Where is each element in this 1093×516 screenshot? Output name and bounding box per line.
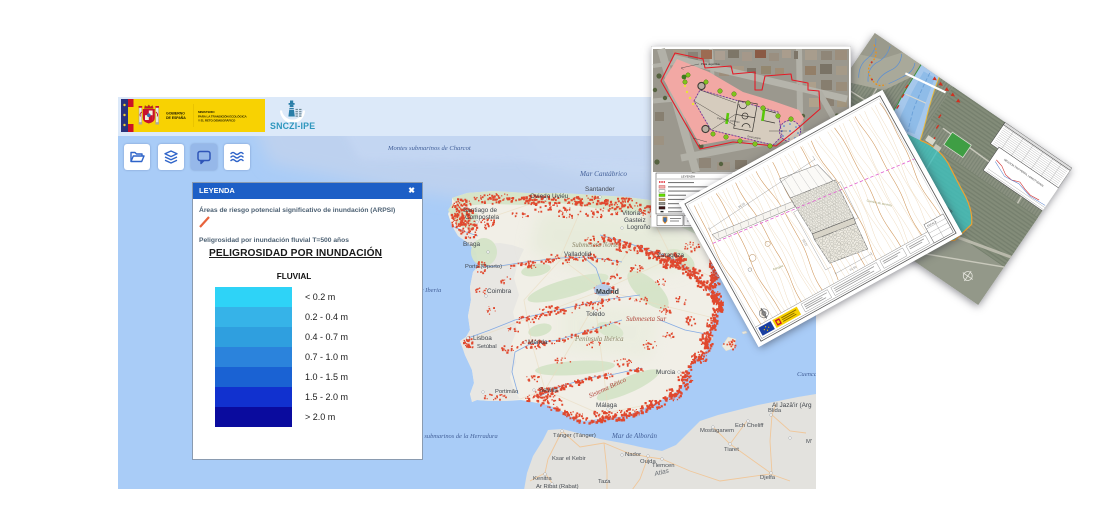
svg-text:Málaga: Málaga: [596, 402, 617, 409]
svg-text:Submeseta Sur: Submeseta Sur: [626, 316, 667, 323]
svg-text:Mérida: Mérida: [528, 339, 548, 346]
svg-text:Kenitra: Kenitra: [533, 476, 552, 482]
svg-text:Toledo: Toledo: [586, 311, 605, 318]
svg-text:Setúbal: Setúbal: [477, 344, 497, 350]
svg-text:Cuenca: Cuenca: [797, 371, 816, 378]
svg-text:GOBIERNO: GOBIERNO: [166, 112, 185, 116]
svg-text:Murcia: Murcia: [656, 369, 676, 376]
svg-text:Lisboa: Lisboa: [473, 335, 492, 342]
svg-text:DE ESPAÑA: DE ESPAÑA: [166, 115, 186, 120]
svg-text:Djelfa: Djelfa: [760, 475, 776, 481]
svg-text:Valladolid: Valladolid: [564, 251, 592, 258]
svg-text:PARA LA TRANSICIÓN ECOLÓGICA: PARA LA TRANSICIÓN ECOLÓGICA: [198, 113, 248, 118]
svg-text:Mar Cantábrico: Mar Cantábrico: [579, 170, 627, 178]
svg-text:Zaragoza: Zaragoza: [657, 252, 684, 259]
svg-text:Oviedo Uviéu: Oviedo Uviéu: [530, 193, 569, 200]
svg-text:Gasteiz: Gasteiz: [624, 217, 646, 224]
svg-text:Tánger (Tánger): Tánger (Tánger): [553, 433, 596, 439]
svg-text:Submeseta Norte: Submeseta Norte: [572, 242, 618, 249]
svg-text:Madrid: Madrid: [596, 289, 619, 296]
svg-text:Península Ibérica: Península Ibérica: [574, 336, 624, 343]
svg-text:Coimbra: Coimbra: [487, 288, 512, 295]
svg-text:Ar Ribat (Rabat): Ar Ribat (Rabat): [536, 484, 579, 489]
svg-text:Porto (Oporto): Porto (Oporto): [465, 264, 502, 270]
svg-text:Sevilla: Sevilla: [539, 387, 558, 394]
svg-text:Braga: Braga: [463, 241, 480, 248]
svg-text:LEYENDA: LEYENDA: [681, 175, 695, 179]
svg-text:Portimão: Portimão: [495, 389, 518, 395]
svg-text:Mar de Alborán: Mar de Alborán: [611, 432, 657, 440]
svg-text:Montes submarinos de Charcot: Montes submarinos de Charcot: [387, 145, 471, 152]
svg-text:Logroño: Logroño: [627, 224, 651, 231]
svg-text:Vitoria-: Vitoria-: [622, 210, 642, 217]
svg-text:Al Jazā'ir (Arg: Al Jazā'ir (Arg: [772, 402, 812, 409]
svg-text:Santander: Santander: [585, 186, 615, 193]
svg-text:M': M': [806, 439, 812, 445]
svg-text:Mostaganem: Mostaganem: [700, 428, 734, 434]
svg-text:Nador: Nador: [625, 452, 641, 458]
svg-text:Taza: Taza: [598, 479, 611, 485]
svg-text:Ech Cheliff: Ech Cheliff: [735, 423, 764, 429]
svg-text:Tiaret: Tiaret: [724, 447, 739, 453]
svg-text:Pista deportiva: Pista deportiva: [701, 62, 720, 66]
svg-text:Ksar el Kebir: Ksar el Kebir: [552, 456, 586, 462]
svg-text:Santiago de: Santiago de: [463, 207, 498, 214]
svg-text:Y EL RETO DEMOGRÁFICO: Y EL RETO DEMOGRÁFICO: [198, 118, 236, 123]
svg-text:Compostela: Compostela: [465, 214, 500, 221]
